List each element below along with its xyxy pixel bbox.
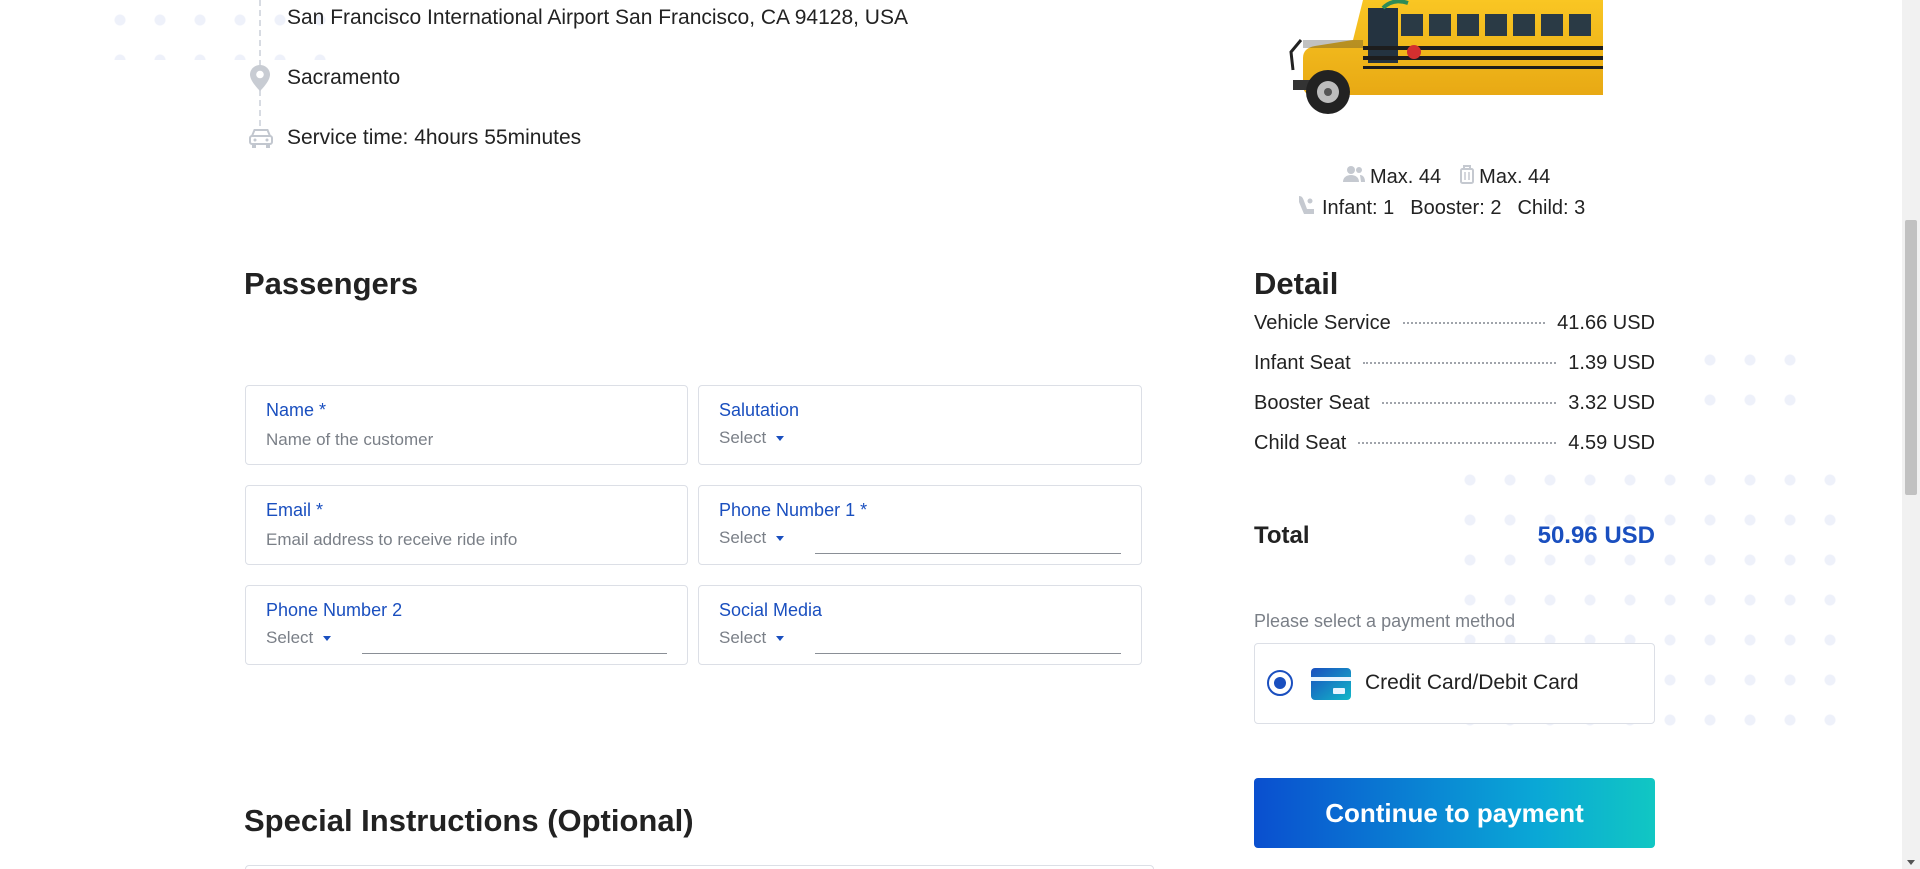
phone2-country-value: Select [266,628,314,647]
phone2-label: Phone Number 2 [266,600,403,620]
payment-option-card[interactable]: Credit Card/Debit Card [1254,643,1655,724]
service-time: Service time: 4hours 55minutes [287,126,582,149]
payment-radio[interactable] [1267,670,1293,696]
max-luggage: Max. 44 [1479,165,1551,188]
phone1-label: Phone Number 1 * [719,500,868,520]
detail-label: Booster Seat [1254,392,1370,414]
vehicle-image [1283,0,1603,120]
background-dots [1690,340,1800,420]
chevron-down-icon [323,635,332,641]
detail-row-infant-seat: Infant Seat 1.39 USD [1254,352,1655,375]
detail-value: 41.66 USD [1557,312,1655,334]
detail-value: 3.32 USD [1568,392,1655,414]
payment-method-label: Credit Card/Debit Card [1365,671,1579,694]
max-passengers: Max. 44 [1370,165,1442,188]
social-media-value: Select [719,628,767,647]
phone1-field[interactable]: Phone Number 1 * Select [698,485,1142,565]
phone1-country-value: Select [719,528,767,547]
payment-hint: Please select a payment method [1254,611,1516,631]
phone2-country-select[interactable]: Select [266,628,332,648]
name-field[interactable]: Name * Name of the customer [245,385,688,465]
email-input[interactable]: Email address to receive ride info [266,530,517,550]
capacity-row: Max. 44 Max. 44 [1342,164,1550,190]
salutation-field[interactable]: Salutation Select [698,385,1142,465]
dotted-leader [1358,442,1557,444]
dropoff-address: Sacramento [287,66,401,89]
dotted-leader [1402,322,1546,324]
social-media-field[interactable]: Social Media Select [698,585,1142,665]
phone2-input[interactable] [362,653,667,654]
luggage-icon [1459,164,1475,190]
chevron-down-icon [776,435,785,441]
total-value: 50.96 USD [1537,522,1655,549]
pickup-address: San Francisco International Airport San … [287,6,908,29]
passengers-title: Passengers [244,266,419,301]
child-seat-icon [1296,194,1318,222]
passengers-icon [1342,165,1366,189]
dotted-leader [1381,402,1557,404]
detail-value: 4.59 USD [1568,432,1655,454]
name-input[interactable]: Name of the customer [266,430,433,450]
chevron-down-icon [776,635,785,641]
detail-value: 1.39 USD [1568,352,1655,374]
detail-row-vehicle-service: Vehicle Service 41.66 USD [1254,312,1655,335]
infant-count: Infant: 1 [1322,196,1395,219]
social-media-label: Social Media [719,600,823,620]
scrollbar-thumb[interactable] [1905,220,1917,495]
salutation-value: Select [719,428,767,447]
detail-label: Infant Seat [1254,352,1351,374]
total-label: Total [1254,522,1310,549]
detail-label: Vehicle Service [1254,312,1391,334]
phone2-field[interactable]: Phone Number 2 Select [245,585,688,665]
special-instructions-textarea[interactable] [245,865,1154,869]
page-scrollbar[interactable] [1902,0,1920,869]
email-field[interactable]: Email * Email address to receive ride in… [245,485,688,565]
booster-count: Booster: 2 [1410,196,1502,219]
social-media-input[interactable] [815,653,1121,654]
location-pin-icon [249,64,271,97]
salutation-select[interactable]: Select [719,428,785,448]
credit-card-icon [1311,668,1351,705]
detail-row-booster-seat: Booster Seat 3.32 USD [1254,392,1655,415]
dotted-leader [1362,362,1557,364]
phone1-country-select[interactable]: Select [719,528,785,548]
special-instructions-title: Special Instructions (Optional) [244,803,694,838]
detail-row-child-seat: Child Seat 4.59 USD [1254,432,1655,455]
chevron-down-icon [776,535,785,541]
route-connector [259,0,261,126]
salutation-label: Salutation [719,400,800,420]
phone1-input[interactable] [815,553,1121,554]
detail-label: Child Seat [1254,432,1347,454]
child-count: Child: 3 [1517,196,1586,219]
name-label: Name * [266,400,327,420]
child-seat-row: Infant: 1 Booster: 2 Child: 3 [1296,194,1585,222]
email-label: Email * [266,500,324,520]
detail-title: Detail [1254,266,1339,301]
continue-to-payment-button[interactable]: Continue to payment [1254,778,1655,848]
social-media-select[interactable]: Select [719,628,785,648]
car-icon [248,126,274,155]
scroll-down-arrow-icon[interactable] [1907,860,1915,865]
